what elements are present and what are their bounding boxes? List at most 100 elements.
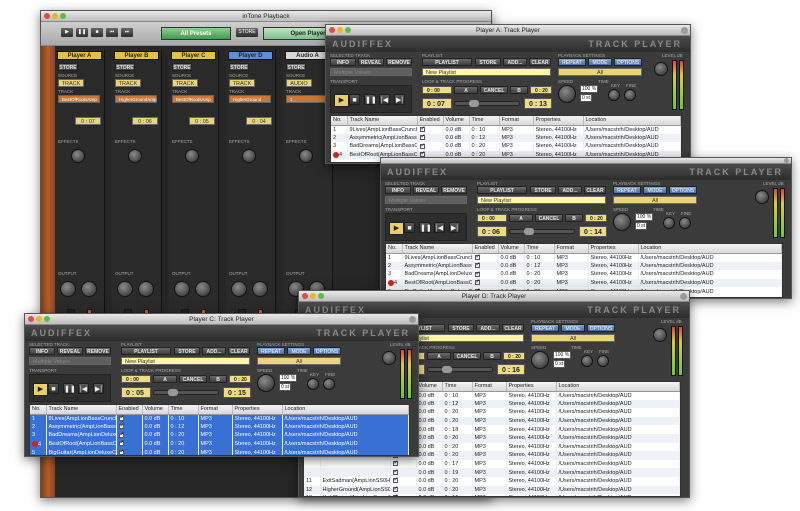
info-button[interactable]: INFO	[330, 58, 356, 66]
playlist-button[interactable]: PLAYLIST	[477, 186, 527, 194]
table-row[interactable]: 4 BestOfRoot(AmpLionBassCrunchS 0.0 dB0 : …	[386, 278, 782, 288]
pause-icon[interactable]: ❚❚	[76, 28, 88, 37]
table-row[interactable]: 13HoldCrying(AmpLionSuperClean) 0.0 dB0 :…	[304, 494, 680, 496]
remove-button[interactable]: REMOVE	[85, 347, 111, 355]
column-header[interactable]: Time	[524, 244, 555, 254]
enabled-checkbox[interactable]	[118, 448, 125, 455]
playlist-name-field[interactable]: New Playlist	[422, 68, 551, 76]
table-row[interactable]: 5BigGuitar(AmpLionDeluxeClean) 0.0 dB0 : …	[30, 448, 409, 455]
playlist-name-field[interactable]: New Playlist	[121, 357, 250, 365]
zoom-icon[interactable]	[318, 293, 324, 299]
table-row[interactable]: 3BadDreams(AmpLionDeluxeCl... 0.0 dB0 : 2…	[30, 431, 409, 440]
close-icon[interactable]	[302, 293, 308, 299]
enabled-checkbox[interactable]	[392, 477, 399, 484]
enabled-checkbox[interactable]	[419, 142, 426, 149]
strip-name[interactable]: Player B	[114, 51, 159, 60]
level-knob[interactable]	[654, 62, 668, 76]
options-button[interactable]: OPTIONS	[669, 186, 697, 194]
track-select[interactable]: BestOfRootsAmp	[58, 95, 100, 103]
column-header[interactable]: Time	[469, 116, 500, 126]
mode-button[interactable]: MODE	[561, 324, 585, 332]
store-button[interactable]: STORE	[475, 58, 501, 66]
repeat-button[interactable]: REPEAT	[613, 186, 641, 194]
table-row[interactable]: 19Lives(AmpLionBassCrunchSamp 0.0 dB0 : 1…	[386, 253, 782, 262]
column-header[interactable]: Location	[638, 244, 782, 254]
strip-name[interactable]: Player D	[228, 51, 273, 60]
options-button[interactable]: OPTIONS	[587, 324, 615, 332]
player-a-titlebar[interactable]: Player A: Track Player	[326, 25, 690, 36]
selected-track-field[interactable]: Multiple Values	[29, 357, 111, 365]
strip-store-button[interactable]: STORE	[58, 63, 78, 71]
remove-button[interactable]: REMOVE	[441, 186, 467, 194]
info-button[interactable]: INFO	[385, 186, 411, 194]
table-row[interactable]: 3BadDreams(AmpLionDeluxeCl... 0.0 dB0 : 2…	[386, 270, 782, 279]
mode-button[interactable]: MODE	[643, 186, 667, 194]
pan-knob[interactable]	[138, 281, 154, 297]
progress-bar[interactable]	[427, 366, 493, 373]
play-icon[interactable]: ▶	[389, 222, 404, 235]
source-select[interactable]: TRACK	[115, 79, 141, 87]
zoom-icon[interactable]	[345, 27, 351, 33]
track-select[interactable]: HigherGroundAmp	[115, 95, 157, 103]
clear-button[interactable]: CLEAR	[502, 324, 524, 332]
play-icon[interactable]: ▶	[334, 94, 349, 107]
column-header[interactable]: Enabled	[472, 244, 499, 254]
progress-bar[interactable]	[509, 228, 575, 235]
play-icon[interactable]: ▶	[61, 28, 73, 37]
enabled-cell[interactable]	[390, 494, 417, 496]
key-knob[interactable]	[608, 89, 620, 101]
play-icon[interactable]: ▶	[33, 383, 48, 396]
add-button[interactable]: ADD...	[202, 347, 226, 355]
strip-name[interactable]: Audio A	[285, 51, 330, 60]
speed-knob[interactable]	[257, 374, 275, 392]
track-table[interactable]: No.Track NameEnabledVolumeTimeFormatProp…	[29, 404, 410, 456]
pause-icon[interactable]: ❚❚	[419, 222, 432, 233]
column-header[interactable]: Track Name	[402, 244, 473, 254]
enabled-cell[interactable]	[390, 468, 417, 477]
enabled-checkbox[interactable]	[419, 125, 426, 132]
minimize-icon[interactable]	[36, 316, 42, 322]
loop-a-button[interactable]: A	[153, 375, 177, 383]
track-table-grid[interactable]: No.Track NameEnabledVolumeTimeFormatProp…	[386, 244, 782, 296]
table-row[interactable]: 3BadDreams(AmpLionBassCrunch 0.0 dB0 : 20…	[331, 142, 681, 151]
next-icon[interactable]: ▶|	[449, 222, 460, 233]
level-knob[interactable]	[755, 190, 769, 204]
enabled-checkbox[interactable]	[118, 414, 125, 421]
enabled-cell[interactable]	[116, 431, 143, 440]
column-header[interactable]: Location	[583, 116, 681, 126]
key-knob[interactable]	[581, 355, 593, 367]
close-icon[interactable]	[680, 293, 687, 300]
enabled-cell[interactable]	[390, 459, 417, 469]
playlist-name-field[interactable]: New Playlist	[477, 196, 606, 204]
next-icon[interactable]: ⏭	[121, 28, 133, 37]
enabled-cell[interactable]	[472, 261, 499, 271]
speed-knob[interactable]	[531, 351, 549, 369]
level-knob[interactable]	[653, 328, 667, 342]
reveal-button[interactable]: REVEAL	[358, 58, 384, 66]
output-knob[interactable]	[60, 281, 76, 297]
table-row[interactable]: 2Assymmetric(AmpLionBassCr... 0.0 dB0 : 1…	[331, 133, 681, 143]
close-icon[interactable]	[329, 27, 335, 33]
stop-icon[interactable]: ■	[349, 94, 360, 105]
progress-handle[interactable]	[524, 228, 534, 235]
table-row[interactable]: 19Lives(AmpLionBassCrunchSamp 0.0 dB0 : 1…	[331, 125, 681, 134]
mixer-titlebar[interactable]: inTone Playback	[41, 11, 491, 22]
options-button[interactable]: OPTIONS	[313, 347, 341, 355]
enabled-checkbox[interactable]	[474, 253, 481, 260]
effects-knob[interactable]	[299, 149, 313, 163]
column-header[interactable]: Properties	[533, 116, 584, 126]
minimize-icon[interactable]	[52, 13, 58, 19]
clear-button[interactable]: CLEAR	[228, 347, 250, 355]
repeat-button[interactable]: REPEAT	[558, 58, 586, 66]
strip-store-button[interactable]: STORE	[229, 63, 249, 71]
effects-knob[interactable]	[185, 149, 199, 163]
close-icon[interactable]	[44, 13, 50, 19]
column-header[interactable]: Properties	[588, 244, 639, 254]
progress-bar[interactable]	[454, 100, 520, 107]
enabled-cell[interactable]	[472, 278, 499, 288]
column-header[interactable]: Location	[556, 382, 680, 392]
close-icon[interactable]	[784, 158, 789, 163]
source-select[interactable]: TRACK	[229, 79, 255, 87]
column-header[interactable]: Volume	[443, 116, 470, 126]
repeat-button[interactable]: REPEAT	[257, 347, 285, 355]
